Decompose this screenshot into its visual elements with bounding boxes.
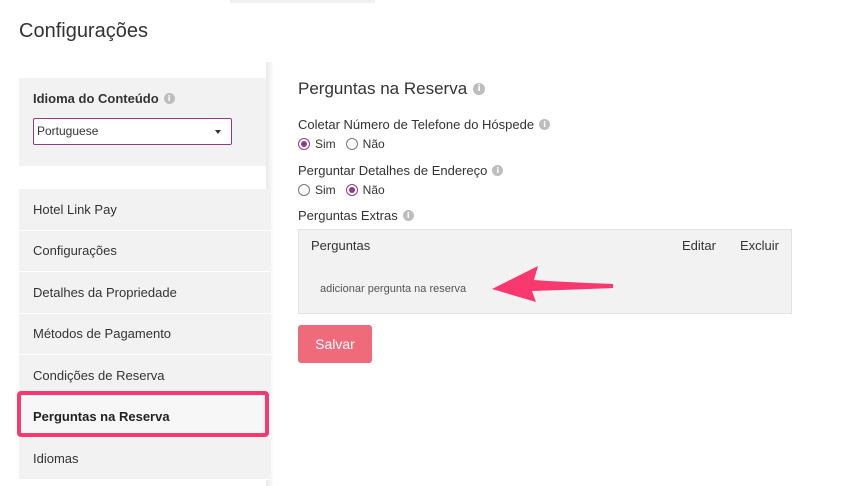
phone-option-nao[interactable]: Não xyxy=(345,137,385,151)
column-header-delete: Excluir xyxy=(740,238,780,253)
sidebar-item-metodos-pagamento[interactable]: Métodos de Pagamento xyxy=(19,313,271,355)
phone-option-sim[interactable]: Sim xyxy=(298,137,336,151)
phone-radio-group: Sim Não xyxy=(298,137,395,151)
phone-field-label: Coletar Número de Telefone do Hóspede xyxy=(298,117,535,132)
phone-label-row: Coletar Número de Telefone do Hóspede i xyxy=(298,117,551,132)
top-scroll-hint xyxy=(230,0,375,3)
radio-unchecked-icon[interactable] xyxy=(298,184,310,196)
info-icon[interactable]: i xyxy=(473,83,486,95)
info-icon[interactable]: i xyxy=(492,165,504,176)
address-radio-group: Sim Não xyxy=(298,183,395,197)
radio-label: Sim xyxy=(315,137,336,151)
caret-down-icon xyxy=(215,130,221,134)
radio-label: Sim xyxy=(315,183,336,197)
column-header-questions: Perguntas xyxy=(311,238,371,253)
sidebar-item-label: Idiomas xyxy=(33,450,79,466)
radio-label: Não xyxy=(362,183,385,197)
radio-unchecked-icon[interactable] xyxy=(345,138,358,150)
sidebar-item-label: Condições de Reserva xyxy=(33,367,165,383)
column-header-edit: Editar xyxy=(682,238,716,253)
sidebar-item-configuracoes[interactable]: Configurações xyxy=(19,230,271,272)
add-question-link[interactable]: adicionar pergunta na reserva xyxy=(320,283,466,295)
address-option-sim[interactable]: Sim xyxy=(298,183,336,197)
sidebar-item-label: Hotel Link Pay xyxy=(33,201,117,217)
address-field-label: Perguntar Detalhes de Endereço xyxy=(298,163,488,178)
sidebar-item-detalhes-propriedade[interactable]: Detalhes da Propriedade xyxy=(19,272,271,314)
pointer-arrow xyxy=(492,266,613,302)
content-language-select[interactable]: Portuguese xyxy=(33,118,232,145)
page-title: Configurações xyxy=(19,20,148,42)
sidebar-item-idiomas[interactable]: Idiomas xyxy=(19,438,271,480)
save-button[interactable]: Salvar xyxy=(298,325,372,363)
extras-label-row: Perguntas Extras i xyxy=(298,208,414,223)
sidebar-item-label: Configurações xyxy=(33,243,117,259)
sidebar-item-label: Detalhes da Propriedade xyxy=(33,284,177,300)
address-label-row: Perguntar Detalhes de Endereço i xyxy=(298,163,504,178)
info-icon[interactable]: i xyxy=(402,210,414,221)
radio-checked-icon[interactable] xyxy=(345,184,358,196)
info-icon[interactable]: i xyxy=(163,93,175,104)
highlight-annotation-box xyxy=(17,391,269,437)
info-icon[interactable]: i xyxy=(539,119,551,130)
section-title-row: Perguntas na Reserva i xyxy=(298,79,486,99)
content-language-value: Portuguese xyxy=(37,124,99,138)
content-language-label-row: Idioma do Conteúdo i xyxy=(33,91,175,106)
radio-checked-icon[interactable] xyxy=(298,138,310,150)
radio-label: Não xyxy=(362,137,385,151)
content-language-label: Idioma do Conteúdo xyxy=(33,91,159,106)
content-language-card: Idioma do Conteúdo i Portuguese xyxy=(19,78,271,166)
extras-field-label: Perguntas Extras xyxy=(298,208,398,223)
section-title: Perguntas na Reserva xyxy=(298,79,468,98)
sidebar-item-hotel-link-pay[interactable]: Hotel Link Pay xyxy=(19,189,271,231)
address-option-nao[interactable]: Não xyxy=(345,183,385,197)
sidebar-item-label: Métodos de Pagamento xyxy=(33,326,172,342)
